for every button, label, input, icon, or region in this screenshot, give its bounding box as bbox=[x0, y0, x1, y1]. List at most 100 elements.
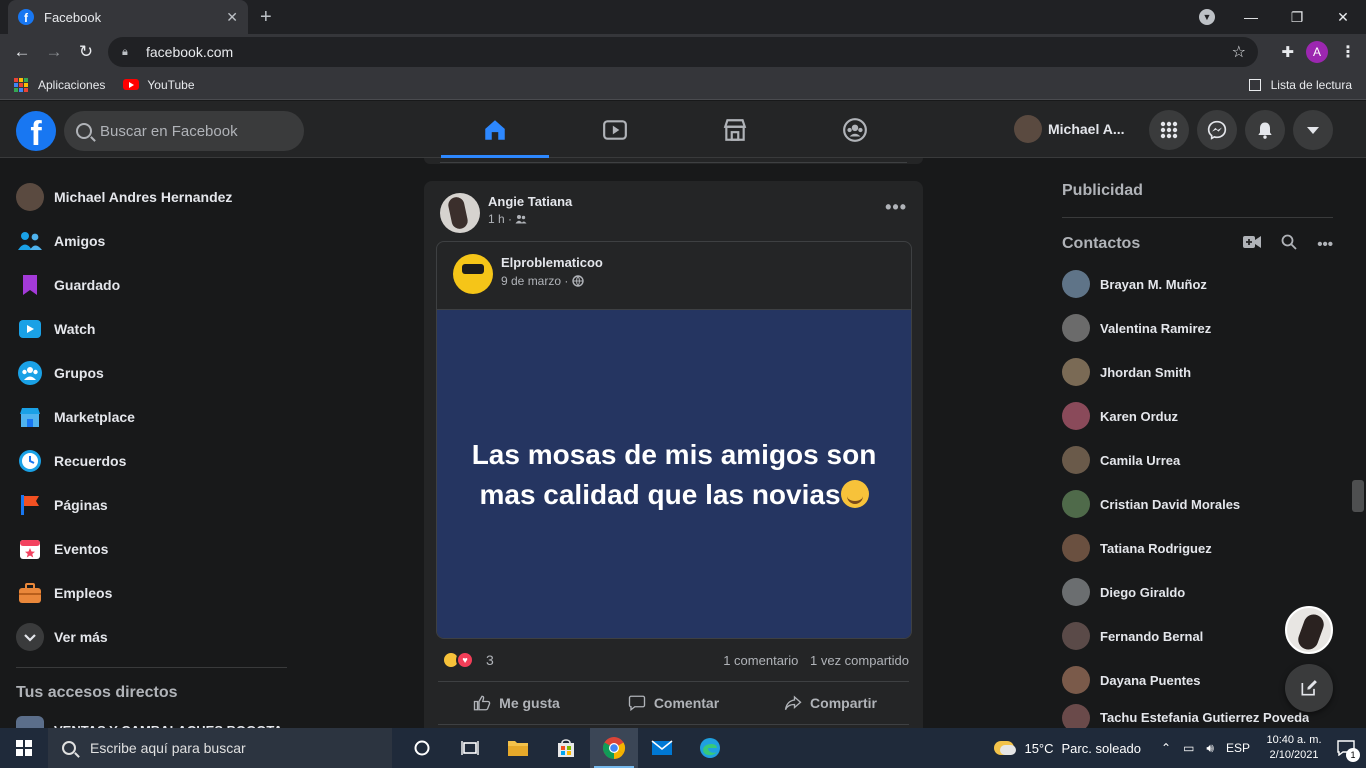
browser-profile-avatar[interactable]: A bbox=[1306, 41, 1328, 63]
post-author-avatar[interactable] bbox=[440, 193, 480, 233]
start-button[interactable] bbox=[0, 728, 48, 768]
browser-menu-icon[interactable]: ⋮ bbox=[1340, 42, 1356, 62]
volume-icon[interactable]: 🔊︎ bbox=[1206, 741, 1214, 756]
search-input[interactable] bbox=[100, 122, 290, 140]
close-window-icon[interactable]: ✕ bbox=[1320, 9, 1366, 26]
contact-item[interactable]: Tachu Estefania Gutierrez Poveda bbox=[1062, 702, 1309, 728]
action-center-button[interactable]: 1 bbox=[1326, 728, 1366, 768]
contact-item[interactable]: Camila Urrea bbox=[1062, 438, 1309, 482]
sidebar-item-profile[interactable]: Michael Andres Hernandez bbox=[8, 175, 298, 219]
address-bar[interactable]: 🔒︎ facebook.com ☆ bbox=[108, 37, 1258, 67]
mail-button[interactable] bbox=[638, 728, 686, 768]
edge-button[interactable] bbox=[686, 728, 734, 768]
like-button[interactable]: Me gusta bbox=[438, 682, 595, 724]
contact-name: Brayan M. Muñoz bbox=[1100, 276, 1207, 292]
facebook-logo-icon[interactable]: f bbox=[16, 111, 56, 151]
sidebar-item-recuerdos[interactable]: Recuerdos bbox=[8, 439, 298, 483]
reading-list[interactable]: Lista de lectura bbox=[1248, 70, 1352, 100]
url-text: facebook.com bbox=[146, 44, 234, 60]
chat-head-avatar[interactable] bbox=[1285, 606, 1333, 654]
more-options-icon[interactable]: ••• bbox=[885, 197, 907, 218]
shares-count-link[interactable]: 1 vez compartido bbox=[810, 653, 909, 668]
jobs-icon bbox=[16, 579, 44, 607]
contact-item[interactable]: Jhordan Smith bbox=[1062, 350, 1309, 394]
store-button[interactable] bbox=[542, 728, 590, 768]
weather-partly-sunny-icon[interactable] bbox=[994, 741, 1017, 755]
sidebar-item-ver-mas[interactable]: Ver más bbox=[8, 615, 298, 659]
menu-grid-button[interactable] bbox=[1149, 110, 1189, 150]
sidebar-item-paginas[interactable]: Páginas bbox=[8, 483, 298, 527]
page-scrollbar[interactable] bbox=[1350, 158, 1366, 728]
tab-search-dropdown-icon[interactable]: ▼ bbox=[1199, 9, 1215, 25]
chevron-up-icon[interactable]: ⌃ bbox=[1161, 741, 1171, 755]
bookmark-youtube[interactable]: YouTube bbox=[123, 78, 195, 92]
bookmark-apps[interactable]: Aplicaciones bbox=[14, 77, 105, 92]
contact-item[interactable]: Tatiana Rodriguez bbox=[1062, 526, 1309, 570]
sidebar-item-empleos[interactable]: Empleos bbox=[8, 571, 298, 615]
restore-icon[interactable]: ❐ bbox=[1274, 9, 1320, 26]
search-contacts-icon[interactable] bbox=[1281, 234, 1297, 254]
marketplace-store-icon bbox=[723, 118, 747, 141]
tab-groups[interactable] bbox=[795, 101, 915, 158]
shared-post-date[interactable]: 9 de marzo · bbox=[501, 274, 568, 288]
messenger-button[interactable] bbox=[1197, 110, 1237, 150]
bookmark-star-icon[interactable]: ☆ bbox=[1232, 42, 1246, 62]
post-author-name[interactable]: Angie Tatiana bbox=[488, 194, 572, 209]
sidebar-item-grupos[interactable]: Grupos bbox=[8, 351, 298, 395]
shared-author-avatar[interactable] bbox=[453, 254, 493, 294]
header-profile[interactable]: Michael A... bbox=[1014, 115, 1125, 143]
browser-tab-facebook[interactable]: f Facebook ✕ bbox=[8, 0, 248, 34]
shared-post[interactable]: Elproblematicoo 9 de marzo · Las mosas d… bbox=[436, 241, 912, 639]
language-indicator[interactable]: ESP bbox=[1226, 741, 1250, 755]
friends-audience-icon[interactable] bbox=[515, 214, 527, 224]
contact-item[interactable]: Cristian David Morales bbox=[1062, 482, 1309, 526]
battery-icon[interactable]: ▭ bbox=[1183, 741, 1194, 755]
account-menu-button[interactable] bbox=[1293, 110, 1333, 150]
notifications-button[interactable] bbox=[1245, 110, 1285, 150]
post-time[interactable]: 1 h · bbox=[488, 212, 512, 226]
contact-item[interactable]: Diego Giraldo bbox=[1062, 570, 1309, 614]
file-explorer-button[interactable] bbox=[494, 728, 542, 768]
minimize-icon[interactable]: — bbox=[1228, 9, 1274, 25]
contact-item[interactable]: Valentina Ramirez bbox=[1062, 306, 1309, 350]
sidebar-item-guardado[interactable]: Guardado bbox=[8, 263, 298, 307]
video-room-icon[interactable] bbox=[1243, 235, 1262, 253]
profile-avatar bbox=[16, 183, 44, 211]
more-options-icon[interactable]: ••• bbox=[1317, 236, 1333, 253]
sidebar-item-marketplace[interactable]: Marketplace bbox=[8, 395, 298, 439]
tab-home[interactable] bbox=[435, 101, 555, 158]
reload-icon[interactable]: ↻ bbox=[70, 42, 102, 62]
back-arrow-icon[interactable]: ← bbox=[6, 42, 38, 62]
comments-count-link[interactable]: 1 comentario bbox=[723, 653, 798, 668]
sidebar-item-amigos[interactable]: Amigos bbox=[8, 219, 298, 263]
tab-marketplace[interactable] bbox=[675, 101, 795, 158]
extensions-puzzle-icon[interactable]: ✚ bbox=[1281, 43, 1294, 61]
contact-item[interactable]: Brayan M. Muñoz bbox=[1062, 262, 1309, 306]
task-view-button[interactable] bbox=[446, 728, 494, 768]
forward-arrow-icon[interactable]: → bbox=[38, 42, 70, 62]
scrollbar-thumb[interactable] bbox=[1352, 480, 1364, 512]
contact-item[interactable]: Dayana Puentes bbox=[1062, 658, 1309, 702]
sidebar-item-eventos[interactable]: Eventos bbox=[8, 527, 298, 571]
contact-name: Fernando Bernal bbox=[1100, 628, 1204, 644]
new-tab-plus-icon[interactable]: + bbox=[260, 6, 272, 29]
contact-item[interactable]: Fernando Bernal bbox=[1062, 614, 1309, 658]
weather-text[interactable]: Parc. soleado bbox=[1062, 741, 1142, 756]
comment-button[interactable]: Comentar bbox=[595, 682, 752, 724]
tab-watch[interactable] bbox=[555, 101, 675, 158]
lock-icon[interactable]: 🔒︎ bbox=[122, 46, 134, 58]
search-box[interactable] bbox=[64, 111, 304, 151]
contact-item[interactable]: Karen Orduz bbox=[1062, 394, 1309, 438]
tab-close-icon[interactable]: ✕ bbox=[226, 9, 238, 26]
taskbar-search[interactable]: Escribe aquí para buscar bbox=[48, 728, 392, 768]
chrome-button[interactable] bbox=[590, 728, 638, 768]
temperature[interactable]: 15°C bbox=[1024, 741, 1053, 756]
share-button[interactable]: Compartir bbox=[752, 682, 909, 724]
cortana-button[interactable] bbox=[398, 728, 446, 768]
globe-public-icon[interactable] bbox=[572, 275, 584, 287]
clock[interactable]: 10:40 a. m. 2/10/2021 bbox=[1262, 733, 1326, 763]
new-message-button[interactable] bbox=[1285, 664, 1333, 712]
shared-author-name[interactable]: Elproblematicoo bbox=[501, 255, 603, 270]
sidebar-item-watch[interactable]: Watch bbox=[8, 307, 298, 351]
reactions-summary[interactable]: ♥ 3 bbox=[442, 651, 494, 669]
